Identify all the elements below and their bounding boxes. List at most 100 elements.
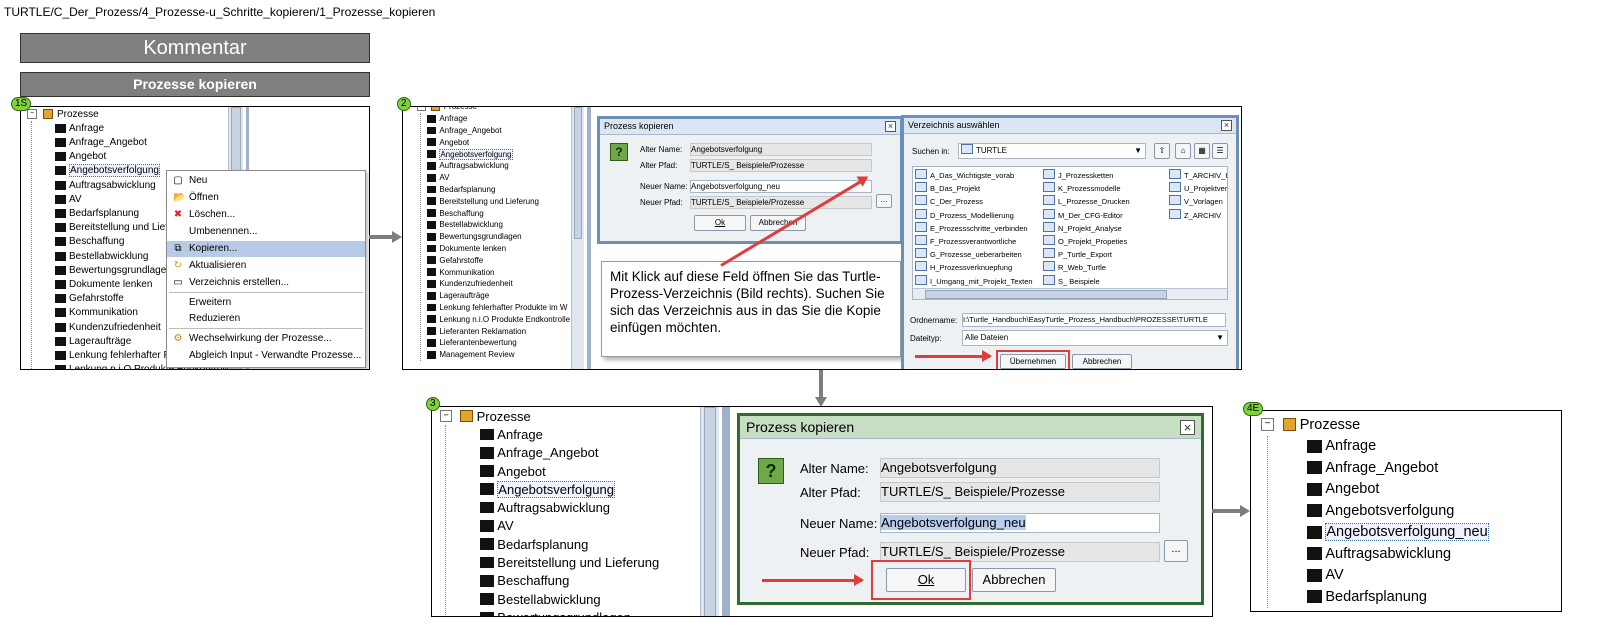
- menu-item[interactable]: ⚙ Wechselwirkung der Prozesse...: [167, 331, 365, 347]
- tree-item[interactable]: Angebotsverfolgung: [480, 480, 615, 498]
- tree-item[interactable]: Bereitstellung und Lieferung: [480, 553, 659, 571]
- dateityp-select[interactable]: Alle Dateien ▼: [962, 330, 1228, 346]
- folder-list-item[interactable]: E_Prozessschritte_verbinden: [915, 221, 1028, 235]
- folder-list-item[interactable]: U_Projektver: [1169, 182, 1227, 195]
- folder-list-item[interactable]: J_Prozessketten: [1043, 169, 1113, 182]
- tree-item[interactable]: Kommunikation: [55, 306, 138, 320]
- tree-item[interactable]: Angebot: [55, 150, 106, 164]
- tree-item[interactable]: Lenkung fehlerhafter Produkte im W: [427, 302, 567, 314]
- folder-list-item[interactable]: O_Projekt_Propeties: [1043, 235, 1127, 248]
- folder-list-item[interactable]: R_Web_Turtle: [1043, 261, 1106, 274]
- tree-item[interactable]: Anfrage_Angebot: [427, 125, 502, 137]
- tree-item[interactable]: Beschaffung: [480, 572, 569, 590]
- folder-list-item[interactable]: L_Prozesse_Drucken: [1043, 195, 1130, 208]
- tree-item[interactable]: Dokumente lenken: [427, 243, 506, 255]
- folder-list-item[interactable]: M_Der_CFG-Editor: [1043, 208, 1123, 222]
- menu-item[interactable]: Umbenennen...: [167, 224, 365, 240]
- tree-item[interactable]: Gefahrstoffe: [427, 254, 483, 266]
- tree-root[interactable]: − Prozesse: [27, 107, 99, 121]
- tree-item[interactable]: Gefahrstoffe: [55, 292, 124, 306]
- folder-list-item[interactable]: H_Prozessverknuepfung: [915, 261, 1012, 274]
- folder-list-item[interactable]: C_Der_Prozess: [915, 195, 983, 208]
- tree-item[interactable]: Bereitstellung und Lieferung: [427, 195, 539, 207]
- tree-item[interactable]: AV: [480, 517, 514, 535]
- horizontal-scrollbar[interactable]: [913, 288, 1227, 299]
- tree-item[interactable]: Anfrage: [55, 121, 104, 135]
- neuer-name-input[interactable]: Angebotsverfolgung_neu: [880, 513, 1160, 533]
- tree-item[interactable]: Angebotsverfolgung: [55, 164, 160, 178]
- menu-item[interactable]: Erweitern: [167, 295, 365, 311]
- close-icon[interactable]: ×: [1180, 420, 1195, 435]
- menu-item[interactable]: Reduzieren: [167, 311, 365, 327]
- tree-item[interactable]: Kundenzufriedenheit: [55, 320, 161, 334]
- tree-item[interactable]: Kommunikation: [427, 266, 494, 278]
- tree-item[interactable]: Auftragsabwicklung: [427, 160, 509, 172]
- close-icon[interactable]: ×: [885, 121, 896, 132]
- folder-list-item[interactable]: S_ Beispiele: [1043, 274, 1100, 288]
- tree-item[interactable]: Lenkung fehlerhafter F: [55, 348, 170, 362]
- tree-item[interactable]: Lieferanten Reklamation: [427, 325, 526, 337]
- browse-button[interactable]: ...: [876, 194, 892, 208]
- tree-item[interactable]: Lageraufträge: [427, 290, 489, 302]
- ordnername-input[interactable]: I:\Turtle_Handbuch\EasyTurtle_Prozess_Ha…: [962, 313, 1226, 327]
- tree-root[interactable]: − Prozesse: [440, 407, 531, 425]
- tree-item[interactable]: Angebot: [427, 136, 469, 148]
- tree-item[interactable]: Angebotsverfolgung_neu: [1307, 522, 1489, 544]
- folder-list-item[interactable]: P_Turtle_Export: [1043, 248, 1112, 261]
- folder-list-item[interactable]: V_Vorlagen: [1169, 195, 1223, 208]
- folder-list-item[interactable]: B_Das_Projekt: [915, 182, 980, 195]
- tree-item[interactable]: Angebot: [1307, 479, 1379, 501]
- tree-item[interactable]: Angebotsverfolgung: [427, 148, 513, 160]
- folder-list-item[interactable]: A_Das_Wichtigste_vorab: [915, 169, 1014, 182]
- tree-item[interactable]: Bestellabwicklung: [427, 219, 503, 231]
- tree-item[interactable]: Bereitstellung und Lief: [55, 221, 168, 235]
- close-icon[interactable]: ×: [1221, 120, 1232, 131]
- tree-item[interactable]: Angebot: [480, 462, 546, 480]
- collapse-icon[interactable]: −: [417, 107, 426, 112]
- folder-list-item[interactable]: F_Prozessverantwortliche: [915, 235, 1016, 248]
- up-folder-icon[interactable]: ⇧: [1154, 143, 1170, 159]
- tree-item[interactable]: Beschaffung: [55, 235, 124, 249]
- tree-item[interactable]: Anfrage_Angebot: [1307, 457, 1438, 479]
- tree-item[interactable]: Bedarfsplanung: [55, 206, 139, 220]
- collapse-icon[interactable]: −: [440, 409, 453, 423]
- tree-item[interactable]: Bedarfsplanung: [1307, 586, 1427, 608]
- tree-item[interactable]: Management Review: [427, 349, 515, 361]
- tree-item[interactable]: Bestellabwicklung: [55, 249, 149, 263]
- home-icon[interactable]: ⌂: [1175, 143, 1191, 159]
- menu-item[interactable]: ↻ Aktualisieren: [167, 258, 365, 274]
- tree-item[interactable]: Lieferantenbewertung: [427, 337, 517, 349]
- menu-item[interactable]: ▭ Verzeichnis erstellen...: [167, 275, 365, 291]
- tree-item[interactable]: Lageraufträge: [55, 334, 131, 348]
- folder-list-item[interactable]: Z_ARCHIV: [1169, 208, 1221, 222]
- menu-item[interactable]: Abgleich Input - Verwandte Prozesse...: [167, 348, 365, 364]
- folder-list-item[interactable]: D_Prozess_Modellierung: [915, 208, 1014, 222]
- tree-item[interactable]: Bestellabwicklung: [480, 590, 601, 608]
- folder-list-item[interactable]: K_Prozessmodelle: [1043, 182, 1121, 195]
- details-view-icon[interactable]: ☰: [1212, 143, 1228, 159]
- menu-item[interactable]: 📂 Öffnen: [167, 190, 365, 206]
- folder-list-item[interactable]: G_Prozesse_ueberarbeiten: [915, 248, 1022, 261]
- tree-item[interactable]: AV: [427, 172, 449, 184]
- tree-item[interactable]: AV: [55, 192, 82, 206]
- tree-item[interactable]: Bewertungsgrundlagen: [480, 608, 631, 616]
- tree-item[interactable]: AV: [1307, 565, 1344, 587]
- tree-item[interactable]: Anfrage: [427, 113, 467, 125]
- collapse-icon[interactable]: −: [1261, 418, 1275, 432]
- collapse-icon[interactable]: −: [27, 109, 37, 120]
- tree-item[interactable]: Anfrage: [1307, 436, 1376, 458]
- tree-item[interactable]: Dokumente lenken: [55, 277, 152, 291]
- menu-item[interactable]: ✖ Löschen...: [167, 207, 365, 223]
- tree-item[interactable]: Lenkung n.i.O Produkte Endkontrolle: [427, 313, 570, 325]
- tree-item[interactable]: Anfrage_Angebot: [480, 444, 599, 462]
- cancel-button[interactable]: Abbrechen: [1072, 354, 1132, 369]
- tree-item[interactable]: Kundenzufriedenheit: [427, 278, 513, 290]
- tree-scrollbar[interactable]: [700, 407, 719, 616]
- tree-item[interactable]: Bedarfsplanung: [427, 184, 495, 196]
- tree-item[interactable]: Auftragsabwicklung: [55, 178, 156, 192]
- tree-item[interactable]: Anfrage_Angebot: [55, 135, 147, 149]
- browse-button[interactable]: ...: [1164, 540, 1188, 562]
- tree-root[interactable]: − Prozesse: [417, 107, 477, 113]
- tree-item[interactable]: Bedarfsplanung: [480, 535, 588, 553]
- folder-list-item[interactable]: N_Projekt_Analyse: [1043, 221, 1122, 235]
